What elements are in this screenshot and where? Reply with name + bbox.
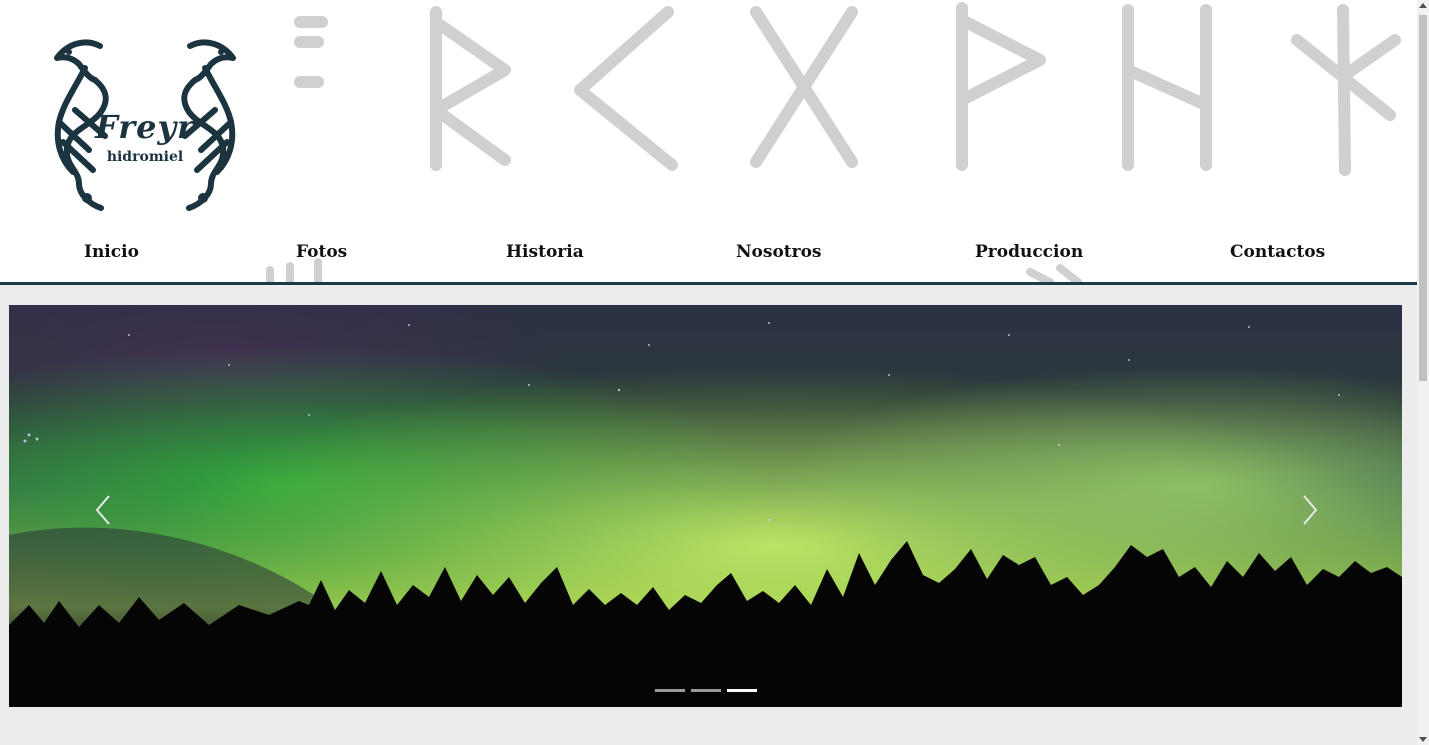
nav-item-produccion[interactable]: Produccion	[975, 242, 1083, 262]
vertical-scrollbar[interactable]	[1417, 0, 1429, 745]
nav-underline	[0, 282, 1417, 285]
scroll-up-arrow-icon[interactable]	[1419, 3, 1427, 8]
scroll-down-arrow-icon[interactable]	[1419, 737, 1427, 742]
aurora-forest-image	[9, 305, 1402, 707]
nav-item-fotos[interactable]: Fotos	[296, 242, 347, 262]
chevron-right-icon[interactable]	[1294, 490, 1324, 530]
site-header: Freyr hidromiel Inicio Fotos Historia No…	[0, 0, 1417, 282]
chevron-left-icon[interactable]	[89, 490, 119, 530]
carousel-indicator-2[interactable]	[691, 689, 721, 692]
carousel-indicator-1[interactable]	[655, 689, 685, 692]
brand-logo[interactable]: Freyr hidromiel	[45, 38, 245, 213]
carousel-indicators	[655, 689, 765, 692]
nav-item-historia[interactable]: Historia	[506, 242, 584, 262]
nav-item-inicio[interactable]: Inicio	[84, 242, 139, 262]
carousel-indicator-3[interactable]	[727, 689, 757, 692]
main-nav: Inicio Fotos Historia Nosotros Produccio…	[0, 236, 1417, 282]
scrollbar-thumb[interactable]	[1419, 15, 1427, 381]
brand-subtitle: hidromiel	[106, 149, 184, 165]
brand-title: Freyr	[95, 108, 195, 146]
nav-item-contactos[interactable]: Contactos	[1230, 242, 1325, 262]
nav-item-nosotros[interactable]: Nosotros	[736, 242, 822, 262]
page: Freyr hidromiel Inicio Fotos Historia No…	[0, 0, 1417, 745]
hero-carousel[interactable]	[9, 305, 1402, 707]
